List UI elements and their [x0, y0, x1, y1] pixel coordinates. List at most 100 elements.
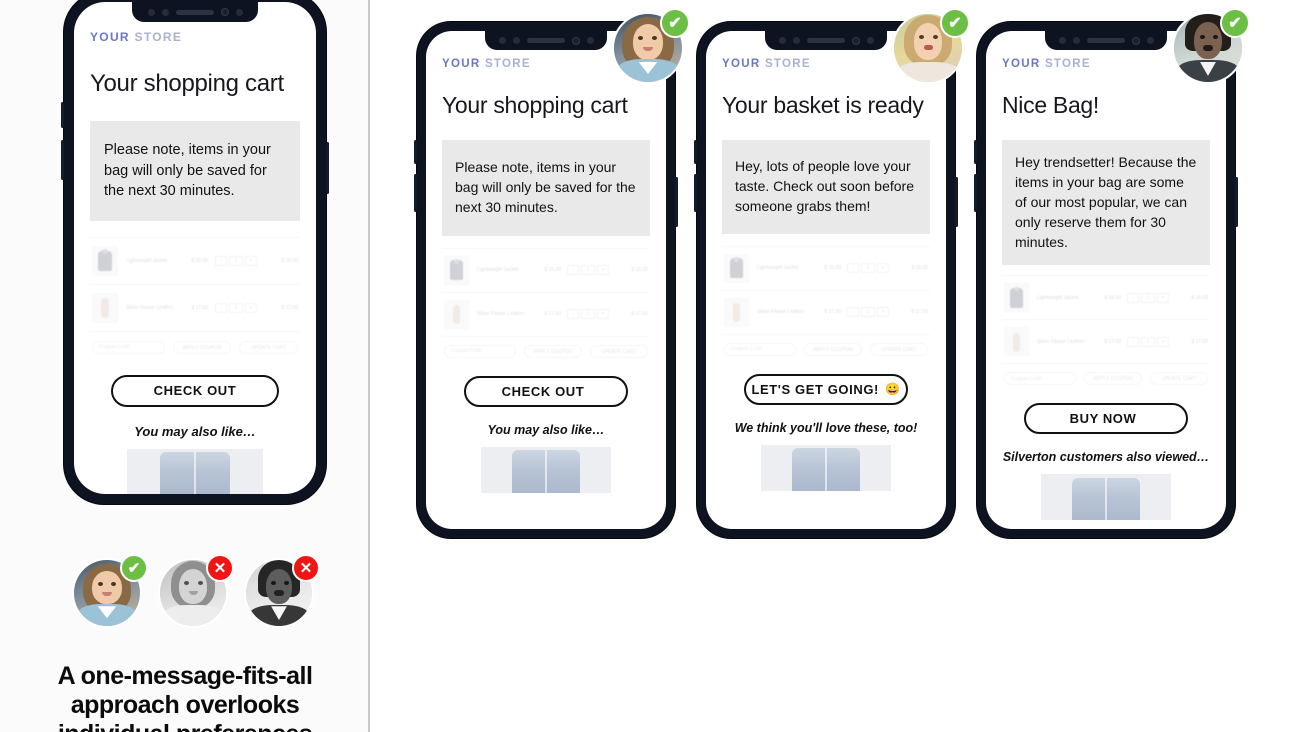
- qty-value[interactable]: 1: [581, 309, 595, 320]
- panel-divider: [368, 0, 370, 732]
- also-like-label-intimacy: Silverton customers also viewed…: [1002, 450, 1210, 465]
- phone-screen-intimacy: YOUR STORE Nice Bag! Hey trendsetter! Be…: [986, 31, 1226, 529]
- cart-row[interactable]: Lightweight Jacket $ 16.00 - 1 + $ 16.00: [90, 236, 300, 284]
- cart-item-thumbnail: [444, 299, 469, 329]
- qty-increment-button[interactable]: +: [597, 265, 609, 276]
- phone-side-button-volume-down[interactable]: [414, 174, 417, 212]
- cart-item-qty-stepper[interactable]: - 1 +: [208, 302, 264, 313]
- update-cart-button[interactable]: UPDATE CART: [869, 342, 928, 356]
- qty-decrement-button[interactable]: -: [215, 255, 227, 266]
- phone-side-button-volume-down[interactable]: [974, 174, 977, 212]
- cart-item-thumbnail: [444, 255, 469, 285]
- notch-sensor-dot: [161, 8, 169, 16]
- left-phone-cta-button[interactable]: CHECK OUT: [111, 374, 279, 407]
- cart-row[interactable]: Lightweight Jacket $ 16.00 - 1 + $ 16.00: [722, 245, 930, 290]
- cart-row[interactable]: Lightweight Jacket $ 16.00 - 1 + $ 16.00: [1002, 275, 1210, 319]
- coupon-code-input[interactable]: Coupon Code: [1004, 372, 1076, 386]
- brand-word-primary: YOUR: [90, 30, 130, 44]
- recommended-product-image[interactable]: [127, 448, 263, 494]
- cart-item-qty-stepper[interactable]: - 1 +: [561, 265, 615, 276]
- apply-coupon-button[interactable]: APPLY COUPON: [172, 340, 232, 354]
- phone-side-button-volume-up[interactable]: [974, 140, 977, 164]
- coupon-code-input[interactable]: Coupon Code: [92, 340, 165, 354]
- qty-decrement-button[interactable]: -: [567, 265, 579, 276]
- cart-item-qty-stepper[interactable]: - 1 +: [1121, 336, 1175, 347]
- phone-side-button-volume-up[interactable]: [414, 140, 417, 164]
- cart-item-qty-stepper[interactable]: - 1 +: [841, 307, 895, 318]
- qty-increment-button[interactable]: +: [877, 263, 889, 274]
- cart-item-qty-stepper[interactable]: - 1 +: [208, 255, 264, 266]
- cart-row[interactable]: Lightweight Jacket $ 16.00 - 1 + $ 16.00: [442, 247, 650, 292]
- cart-item-name: Lightweight Jacket: [757, 265, 799, 272]
- cart-item-thumbnail: [92, 292, 118, 323]
- persona-avatar-encouragement[interactable]: ✔: [892, 8, 970, 84]
- qty-increment-button[interactable]: +: [245, 255, 257, 266]
- qty-value[interactable]: 1: [229, 255, 243, 266]
- update-cart-button[interactable]: UPDATE CART: [589, 344, 648, 358]
- update-cart-button[interactable]: UPDATE CART: [1149, 372, 1208, 386]
- left-avatar-2[interactable]: ✕: [158, 554, 234, 628]
- coupon-code-input[interactable]: Coupon Code: [444, 344, 516, 358]
- brand-word-primary: YOUR: [722, 58, 761, 70]
- phone-side-button-volume-down[interactable]: [61, 140, 64, 180]
- update-cart-button[interactable]: UPDATE CART: [239, 340, 298, 354]
- qty-decrement-button[interactable]: -: [215, 302, 227, 313]
- phone-side-button-volume-up[interactable]: [694, 140, 697, 164]
- cta-button-urgency[interactable]: CHECK OUT: [464, 375, 628, 407]
- notch-speaker-bar: [175, 9, 214, 15]
- qty-value[interactable]: 1: [861, 263, 875, 274]
- recommended-product-image[interactable]: [1041, 474, 1171, 521]
- qty-increment-button[interactable]: +: [597, 309, 609, 320]
- phone-side-button-volume-up[interactable]: [61, 102, 64, 128]
- apply-coupon-button[interactable]: APPLY COUPON: [803, 342, 862, 356]
- coupon-bar: Coupon Code APPLY COUPON UPDATE CART: [1002, 363, 1210, 393]
- recommended-product-image[interactable]: [761, 444, 891, 491]
- qty-increment-button[interactable]: +: [245, 302, 257, 313]
- cta-button-encouragement[interactable]: LET'S GET GOING! 😀: [744, 373, 908, 405]
- phone-side-button-power[interactable]: [1235, 177, 1238, 227]
- notch-sensor-dot: [1072, 37, 1080, 44]
- left-avatar-1[interactable]: ✔: [72, 554, 148, 628]
- phone-mockup-encouragement: YOUR STORE Your basket is ready Hey, lot…: [694, 22, 958, 538]
- notch-camera-icon: [220, 8, 229, 16]
- cart-item-qty-stepper[interactable]: - 1 +: [561, 309, 615, 320]
- cart-row[interactable]: Silver Flower Leather $ 17.00 - 1 + $ 17…: [442, 291, 650, 336]
- qty-decrement-button[interactable]: -: [1127, 336, 1139, 347]
- phone-notch: [1045, 31, 1167, 50]
- qty-value[interactable]: 1: [1141, 336, 1155, 347]
- headline-line-1: A one-message-fits-all: [57, 662, 313, 690]
- qty-increment-button[interactable]: +: [1157, 336, 1169, 347]
- qty-value[interactable]: 1: [581, 265, 595, 276]
- qty-decrement-button[interactable]: -: [847, 307, 859, 318]
- qty-decrement-button[interactable]: -: [847, 263, 859, 274]
- cart-item-qty-stepper[interactable]: - 1 +: [841, 263, 895, 274]
- persona-avatar-urgency[interactable]: ✔: [612, 8, 690, 84]
- cart-row[interactable]: Silver Flower Leather $ 17.00 - 1 + $ 17…: [90, 283, 300, 331]
- phone-side-button-power[interactable]: [675, 177, 678, 227]
- cart-row[interactable]: Silver Flower Leather $ 17.00 - 1 + $ 17…: [722, 289, 930, 334]
- qty-increment-button[interactable]: +: [877, 307, 889, 318]
- qty-increment-button[interactable]: +: [1157, 292, 1169, 303]
- cart-row[interactable]: Silver Flower Leather $ 17.00 - 1 + $ 17…: [1002, 319, 1210, 363]
- qty-value[interactable]: 1: [1141, 292, 1155, 303]
- phone-side-button-volume-down[interactable]: [694, 174, 697, 212]
- phone-note-banner-encouragement: Hey, lots of people love your taste. Che…: [722, 140, 930, 234]
- phone-side-button-power[interactable]: [955, 177, 958, 227]
- coupon-code-input[interactable]: Coupon Code: [724, 342, 796, 356]
- cart-item-qty-stepper[interactable]: - 1 +: [1121, 292, 1175, 303]
- apply-coupon-button[interactable]: APPLY COUPON: [523, 344, 582, 358]
- phone-page-title-encouragement: Your basket is ready: [722, 92, 924, 118]
- recommended-product-image[interactable]: [481, 446, 611, 493]
- cta-button-intimacy[interactable]: BUY NOW: [1024, 403, 1188, 435]
- qty-value[interactable]: 1: [229, 302, 243, 313]
- qty-decrement-button[interactable]: -: [1127, 292, 1139, 303]
- left-avatar-3[interactable]: ✕: [244, 554, 320, 628]
- apply-coupon-button[interactable]: APPLY COUPON: [1083, 372, 1142, 386]
- phone-note-banner-urgency: Please note, items in your bag will only…: [442, 140, 650, 236]
- qty-decrement-button[interactable]: -: [567, 309, 579, 320]
- phone-side-button-power[interactable]: [326, 142, 329, 194]
- qty-value[interactable]: 1: [861, 307, 875, 318]
- persona-avatar-intimacy[interactable]: ✔: [1172, 8, 1250, 84]
- phone-screen-urgency: YOUR STORE Your shopping cart Please not…: [426, 31, 666, 529]
- cta-emoji-icon: 😀: [884, 382, 901, 397]
